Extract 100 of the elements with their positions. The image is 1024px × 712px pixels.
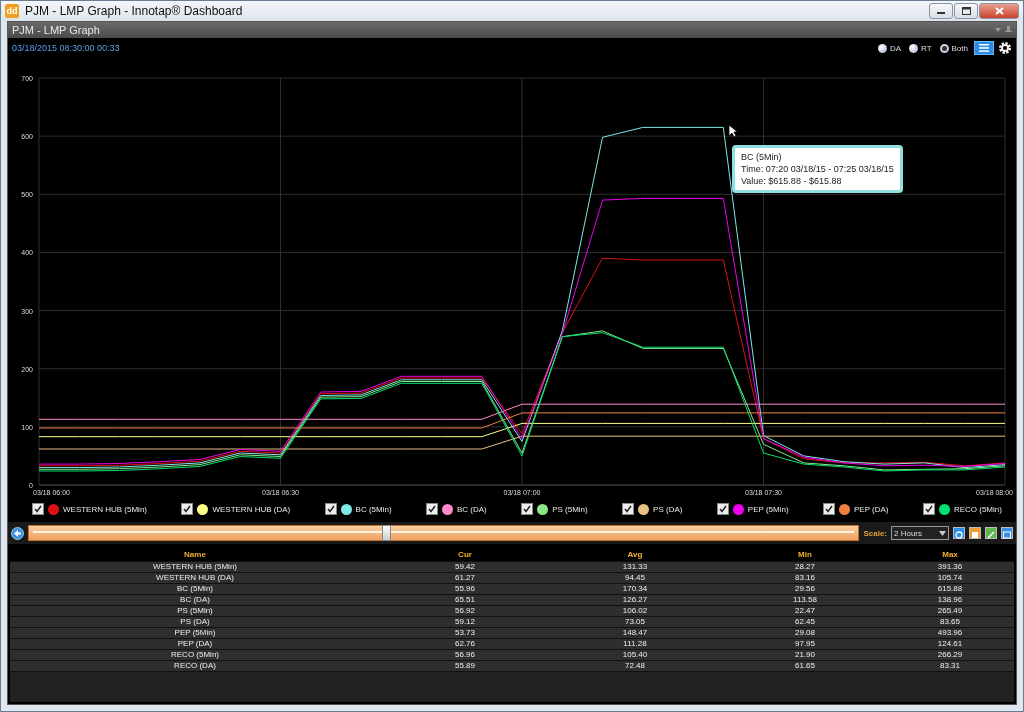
- table-cell-text: 56.96: [454, 650, 476, 660]
- table-cell-text: 148.47: [621, 628, 649, 638]
- mode-radio[interactable]: Both: [937, 43, 970, 53]
- table-cell-text: 29.56: [794, 584, 816, 594]
- table-cell-text: 55.89: [454, 661, 476, 671]
- table-cell-text: PEP (5Min): [173, 628, 217, 638]
- minimize-button[interactable]: [929, 3, 953, 19]
- close-button[interactable]: [979, 3, 1019, 19]
- scale-dropdown[interactable]: 2 Hours: [891, 526, 949, 540]
- legend-label: BC (DA): [457, 504, 487, 514]
- check-icon: [34, 505, 42, 513]
- table-cell-text: 65.51: [454, 595, 476, 605]
- checkbox[interactable]: [521, 503, 534, 515]
- table-cell-text: PS (5Min): [176, 606, 214, 616]
- table-cell-text: 126.27: [621, 595, 649, 605]
- checkbox[interactable]: [32, 503, 44, 515]
- table-cell-text: 22.47: [794, 606, 816, 616]
- export-icon: [970, 530, 980, 540]
- table-cell-text: 131.33: [621, 562, 649, 572]
- table-cell-text: 97.95: [794, 639, 816, 649]
- caret-icon: [939, 530, 946, 536]
- legend-label: WESTERN HUB (5Min): [63, 504, 147, 514]
- close-icon: [994, 7, 1004, 15]
- legend-label: RECO (5Min): [953, 504, 1002, 514]
- checkbox[interactable]: [181, 503, 194, 515]
- check-icon: [523, 505, 532, 513]
- table-cell-text: 83.16: [794, 573, 816, 583]
- table-cell-text: 59.12: [454, 617, 476, 627]
- app-icon: dd: [5, 4, 19, 18]
- mode-radio[interactable]: RT: [907, 43, 934, 53]
- legend-label: PS (DA): [653, 504, 683, 514]
- tooltip-title: BC (5Min): [741, 151, 783, 163]
- table-cell-text: 21.90: [794, 650, 816, 660]
- table-cell-text: RECO (5Min): [170, 650, 220, 660]
- pin-icon[interactable]: [994, 26, 1012, 34]
- checkbox[interactable]: [823, 503, 835, 515]
- table-cell-text: RECO (DA): [173, 661, 217, 671]
- table-cell-text: 105.40: [621, 650, 649, 660]
- table-cell-text: 124.61: [936, 639, 964, 649]
- table-cell-text: 106.02: [621, 606, 649, 616]
- table-cell-text: 170.34: [621, 584, 649, 594]
- table-cell-text: 265.49: [936, 606, 964, 616]
- table-cell-text: PS (DA): [179, 617, 211, 627]
- table-cell-text: 113.58: [792, 595, 818, 605]
- table-cell-text: 29.08: [794, 628, 816, 638]
- check-icon: [718, 505, 727, 513]
- table-cell-text: 615.88: [936, 584, 964, 594]
- column-header: Cur: [457, 549, 473, 561]
- table-cell-text: 61.27: [454, 573, 476, 583]
- legend-label: BC (5Min): [355, 504, 392, 514]
- table-cell-text: 266.29: [936, 650, 964, 660]
- maximize-icon: [961, 7, 971, 15]
- table-cell-text: 59.42: [454, 562, 476, 572]
- table-cell-text: 55.96: [454, 584, 476, 594]
- panel-title: PJM - LMP Graph: [12, 24, 101, 36]
- table-cell-text: 56.92: [454, 606, 476, 616]
- table-cell-text: 111.28: [622, 639, 648, 649]
- scroll-button[interactable]: [11, 526, 24, 540]
- list-icon: [979, 44, 989, 52]
- checkbox[interactable]: [426, 503, 438, 515]
- toolbar-button[interactable]: [953, 527, 965, 539]
- table-cell-text: PEP (DA): [176, 639, 214, 649]
- table-cell-text: 138.96: [936, 595, 964, 605]
- tooltip-text: Time: 07:20 03/18/15 - 07:25 03/18/15: [741, 163, 894, 175]
- check-icon: [326, 505, 335, 513]
- column-header: Min: [797, 549, 813, 561]
- checkbox[interactable]: [922, 503, 935, 515]
- check-icon: [924, 505, 933, 513]
- scale-label: Scale:: [863, 528, 887, 538]
- timeline-thumb[interactable]: [381, 525, 391, 541]
- checkbox[interactable]: [622, 503, 635, 515]
- table-cell-text: 83.31: [939, 661, 961, 671]
- check-icon: [825, 505, 833, 513]
- checkbox[interactable]: [324, 503, 337, 515]
- refresh-icon: [954, 530, 964, 540]
- checkbox[interactable]: [716, 503, 729, 515]
- table-cell-text: 53.73: [454, 628, 476, 638]
- timestamp: 03/18/2015 08:30:00 00:33: [12, 43, 121, 53]
- table-cell-text: 105.74: [936, 573, 964, 583]
- legend-label: PS (5Min): [552, 504, 588, 514]
- legend-label: PEP (DA): [854, 504, 889, 514]
- table-cell-text: 61.65: [794, 661, 816, 671]
- legend-label: WESTERN HUB (DA): [212, 504, 291, 514]
- table-cell-text: BC (DA): [179, 595, 211, 605]
- check-icon: [624, 505, 633, 513]
- column-header: Avg: [626, 549, 644, 561]
- table-cell-text: 391.36: [936, 562, 964, 572]
- toolbar-button[interactable]: [1001, 527, 1013, 539]
- table-cell-text: 94.45: [624, 573, 646, 583]
- arrow-icon: [14, 529, 21, 537]
- mode-radio[interactable]: DA: [875, 43, 903, 53]
- table-cell-text: 493.96: [936, 628, 964, 638]
- table-cell-text: 62.76: [454, 639, 476, 649]
- check-icon: [428, 505, 436, 513]
- tooltip-text: Value: $615.88 - $615.88: [741, 175, 843, 187]
- settings-icon[interactable]: [998, 41, 1012, 55]
- table-cell-text: 72.48: [624, 661, 646, 671]
- table-cell-text: 83.65: [939, 617, 961, 627]
- maximize-button[interactable]: [954, 3, 978, 19]
- table-cell-text: 28.27: [794, 562, 816, 572]
